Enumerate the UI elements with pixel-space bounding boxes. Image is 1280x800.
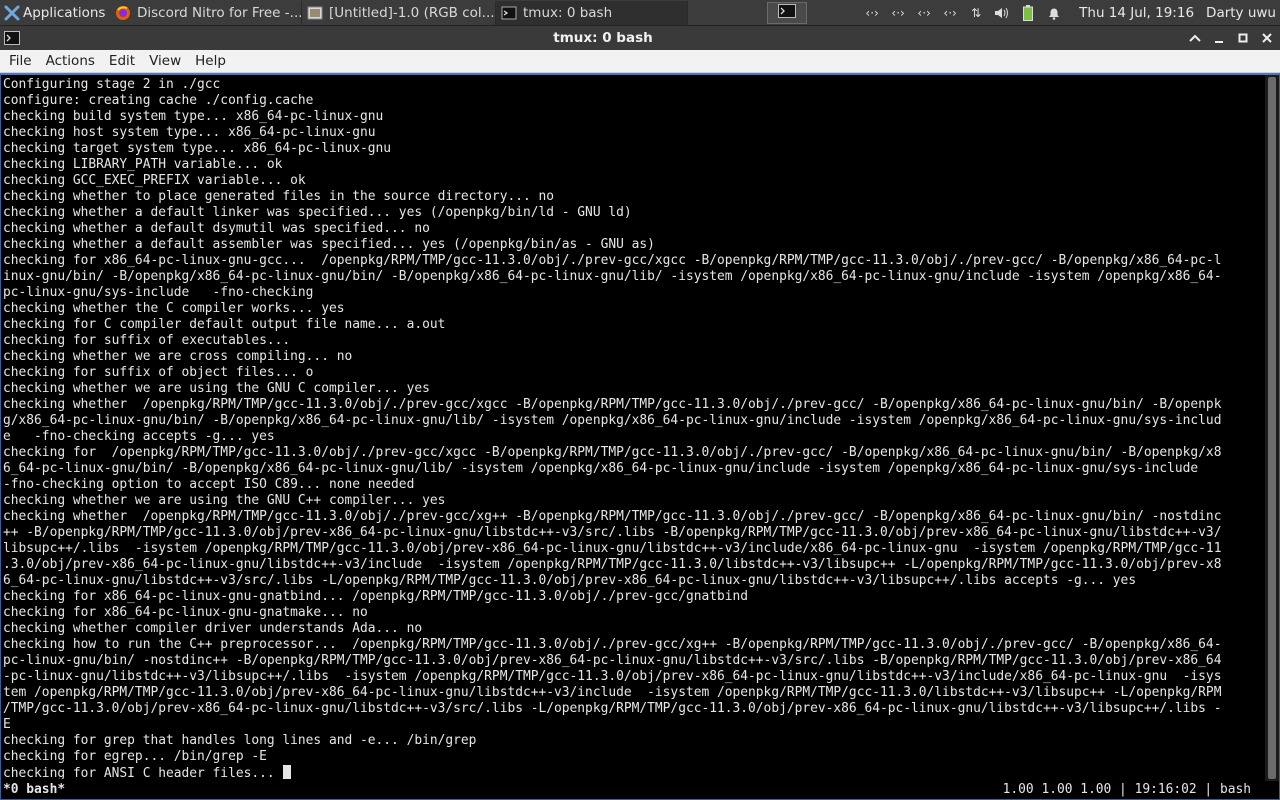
- terminal-icon: [501, 5, 517, 21]
- terminal-line: checking for x86_64-pc-linux-gnu-gnatbin…: [3, 589, 749, 604]
- firefox-icon: [115, 5, 131, 21]
- taskbar-item-gimp[interactable]: [Untitled]-1.0 (RGB col...: [302, 0, 496, 25]
- terminal-line: checking whether a default linker was sp…: [3, 205, 632, 220]
- taskbar-item-terminal[interactable]: tmux: 0 bash: [496, 0, 688, 25]
- system-tray: ‹·› ‹·› ‹·› ‹·› ⇅: [859, 1, 1067, 25]
- terminal-line: checking for x86_64-pc-linux-gnu-gnatmak…: [3, 605, 368, 620]
- network-icon[interactable]: ‹·›: [937, 1, 963, 25]
- terminal-line: checking for egrep... /bin/grep -E: [3, 749, 267, 764]
- tmux-status-right: 1.00 1.00 1.00 | 19:16:02 | bash: [1002, 782, 1251, 797]
- terminal-line: checking whether compiler driver underst…: [3, 621, 423, 636]
- terminal-icon[interactable]: [2, 29, 22, 47]
- clock[interactable]: Thu 14 Jul, 19:16: [1067, 5, 1202, 21]
- menu-edit[interactable]: Edit: [104, 53, 140, 69]
- window-title: tmux: 0 bash: [553, 30, 653, 46]
- network-icon[interactable]: ‹·›: [885, 1, 911, 25]
- terminal-output: Configuring stage 2 in ./gcc configure: c…: [3, 77, 1263, 779]
- gimp-icon: [307, 5, 323, 21]
- menu-bar: File Actions Edit View Help: [0, 50, 1280, 73]
- workspace-switcher[interactable]: [767, 1, 808, 24]
- network-icon[interactable]: ‹·›: [911, 1, 937, 25]
- terminal-line: ++ -B/openpkg/RPM/TMP/gcc-11.3.0/obj/pre…: [3, 525, 1222, 540]
- network-icon[interactable]: ‹·›: [859, 1, 885, 25]
- menu-actions[interactable]: Actions: [41, 53, 100, 69]
- terminal-prompt-text: checking for ANSI C header files...: [3, 766, 283, 779]
- terminal-icon: [778, 3, 797, 22]
- terminal-line: tem /openpkg/RPM/TMP/gcc-11.3.0/obj/prev…: [3, 685, 1222, 700]
- terminal-line: checking for grep that handles long line…: [3, 733, 477, 748]
- menu-view[interactable]: View: [144, 53, 186, 69]
- taskbar-item-label: [Untitled]-1.0 (RGB col...: [329, 4, 495, 21]
- terminal-line: checking GCC_EXEC_PREFIX variable... ok: [3, 173, 306, 188]
- terminal-line: checking whether /openpkg/RPM/TMP/gcc-11…: [3, 397, 1222, 412]
- xfce-logo-icon: [4, 5, 20, 21]
- terminal-line: inux-gnu/bin/ -B/openpkg/x86_64-pc-linux…: [3, 269, 1222, 284]
- menu-file[interactable]: File: [4, 53, 37, 69]
- maximize-button[interactable]: [1232, 27, 1254, 49]
- terminal-line: checking whether the C compiler works...…: [3, 301, 345, 316]
- terminal-line: checking host system type... x86_64-pc-l…: [3, 125, 376, 140]
- shade-window-button[interactable]: [1184, 27, 1206, 49]
- close-button[interactable]: [1256, 27, 1278, 49]
- terminal-line: .3.0/obj/prev-x86_64-pc-linux-gnu/libstd…: [3, 557, 1222, 572]
- terminal-line: -pc-linux-gnu/libstdc++-v3/libsupc++/.li…: [3, 669, 1222, 684]
- terminal-line: checking for suffix of executables...: [3, 333, 291, 348]
- terminal-line: libsupc++/.libs -isystem /openpkg/RPM/TM…: [3, 541, 1222, 556]
- taskbar-item-label: tmux: 0 bash: [523, 4, 613, 21]
- terminal-line: E: [3, 717, 11, 732]
- terminal-line: e -fno-checking accepts -g... yes: [3, 429, 275, 444]
- battery-icon[interactable]: [1015, 1, 1041, 25]
- user-menu[interactable]: Darty uwu: [1202, 5, 1280, 21]
- terminal-line: checking for C compiler default output f…: [3, 317, 446, 332]
- taskbar-item-label: Discord Nitro for Free -...: [137, 4, 302, 21]
- terminal-line: checking for suffix of object files... o: [3, 365, 314, 380]
- menu-help[interactable]: Help: [190, 53, 231, 69]
- terminal-line: checking whether we are using the GNU C …: [3, 381, 430, 396]
- tmux-status-bar: *0 bash* 1.00 1.00 1.00 | 19:16:02 | bas…: [1, 781, 1279, 799]
- transfer-arrows-icon[interactable]: ⇅: [963, 1, 989, 25]
- terminal-area[interactable]: Configuring stage 2 in ./gcc configure: c…: [0, 73, 1280, 800]
- volume-icon[interactable]: [989, 1, 1015, 25]
- scrollbar-thumb[interactable]: [1268, 77, 1276, 779]
- terminal-line: 6_64-pc-linux-gnu/libstdc++-v3/src/.libs…: [3, 573, 1137, 588]
- tmux-window-label[interactable]: *0 bash*: [1, 781, 1003, 799]
- terminal-prompt-line: checking for ANSI C header files...: [3, 765, 1263, 779]
- terminal-line: checking target system type... x86_64-pc…: [3, 141, 392, 156]
- minimize-button[interactable]: [1208, 27, 1230, 49]
- terminal-line: checking for /openpkg/RPM/TMP/gcc-11.3.0…: [3, 445, 1222, 460]
- terminal-line: checking how to run the C++ preprocessor…: [3, 637, 1222, 652]
- terminal-line: checking whether we are cross compiling.…: [3, 349, 353, 364]
- terminal-line: -fno-checking option to accept ISO C89..…: [3, 477, 415, 492]
- terminal-cursor: [283, 765, 292, 779]
- terminal-line: checking whether to place generated file…: [3, 189, 555, 204]
- taskbar-item-firefox[interactable]: Discord Nitro for Free -...: [110, 0, 302, 25]
- terminal-line: 6_64-pc-linux-gnu/bin/ -B/openpkg/x86_64…: [3, 461, 1199, 476]
- terminal-line: checking whether a default assembler was…: [3, 237, 655, 252]
- terminal-line: /TMP/gcc-11.3.0/obj/prev-x86_64-pc-linux…: [3, 701, 1222, 716]
- terminal-line: pc-linux-gnu/sys-include -fno-checking: [3, 285, 314, 300]
- terminal-line: checking whether /openpkg/RPM/TMP/gcc-11…: [3, 509, 1222, 524]
- terminal-line: pc-linux-gnu/bin/ -nostdinc++ -B/openpkg…: [3, 653, 1222, 668]
- top-panel: Applications Discord Nitro for Free -...…: [0, 0, 1280, 26]
- applications-menu-button[interactable]: Applications: [0, 1, 110, 25]
- terminal-line: checking build system type... x86_64-pc-…: [3, 109, 384, 124]
- terminal-scrollbar[interactable]: [1265, 75, 1279, 781]
- notification-bell-icon[interactable]: [1041, 1, 1067, 25]
- window-titlebar[interactable]: tmux: 0 bash: [0, 26, 1280, 50]
- terminal-line: checking whether we are using the GNU C+…: [3, 493, 446, 508]
- terminal-line: checking whether a default dsymutil was …: [3, 221, 430, 236]
- terminal-line: checking for x86_64-pc-linux-gnu-gcc... …: [3, 253, 1222, 268]
- terminal-line: g/x86_64-pc-linux-gnu/bin/ -B/openpkg/x8…: [3, 413, 1222, 428]
- applications-label: Applications: [23, 4, 106, 21]
- terminal-line: Configuring stage 2 in ./gcc: [3, 77, 221, 92]
- terminal-line: checking LIBRARY_PATH variable... ok: [3, 157, 283, 172]
- terminal-line: configure: creating cache ./config.cache: [3, 93, 314, 108]
